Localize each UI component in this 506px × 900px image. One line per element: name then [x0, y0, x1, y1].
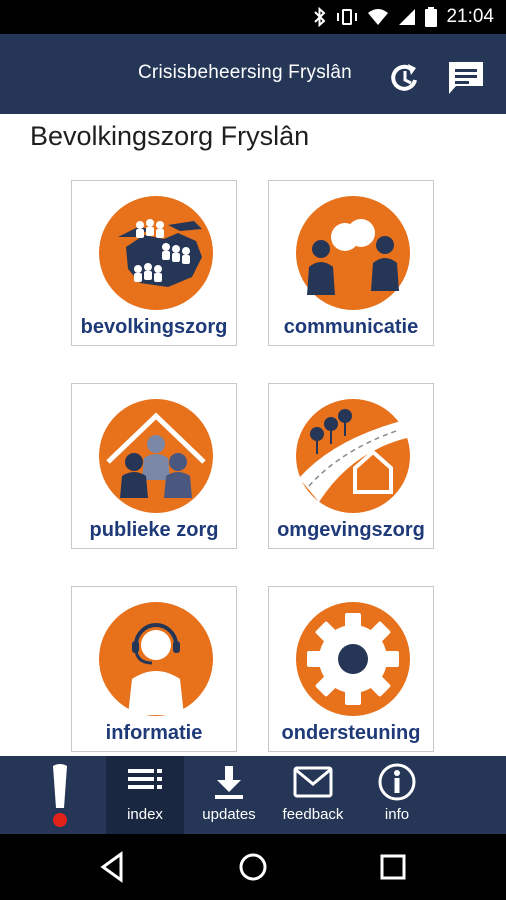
chat-button[interactable]	[446, 58, 486, 98]
page-title: Bevolkingszorg Fryslân	[30, 121, 310, 151]
download-icon	[215, 766, 243, 799]
wifi-icon	[367, 8, 389, 26]
tile-label: publieke zorg	[89, 519, 219, 541]
shelter-icon	[99, 399, 213, 513]
status-bar: 21:04	[0, 0, 506, 34]
tile-label: ondersteuning	[281, 722, 421, 744]
tile-label: communicatie	[283, 316, 419, 338]
tile-publieke-zorg[interactable]: publieke zorg	[71, 383, 237, 549]
nav-updates[interactable]: updates	[190, 756, 268, 834]
home-button[interactable]	[233, 848, 273, 886]
refresh-button[interactable]	[385, 58, 425, 98]
nav-label: index	[127, 806, 163, 823]
status-time: 21:04	[446, 6, 494, 27]
nav-index[interactable]: index	[106, 756, 184, 834]
recents-icon	[380, 854, 406, 880]
back-button[interactable]	[93, 848, 133, 886]
exclamation-icon	[53, 764, 67, 827]
home-icon	[239, 853, 267, 881]
tile-label: omgevingszorg	[277, 519, 425, 541]
nav-label: updates	[202, 806, 256, 823]
list-icon	[128, 769, 162, 789]
nav-info[interactable]: info	[358, 756, 436, 834]
info-icon	[378, 763, 416, 801]
battery-icon	[425, 7, 438, 27]
app-bar: Crisisbeheersing Fryslân	[0, 34, 506, 114]
tile-omgevingszorg[interactable]: omgevingszorg	[268, 383, 434, 549]
tile-ondersteuning[interactable]: ondersteuning	[268, 586, 434, 752]
tile-bevolkingszorg[interactable]: bevolkingszorg	[71, 180, 237, 346]
bluetooth-icon	[313, 7, 327, 27]
nav-feedback[interactable]: feedback	[274, 756, 352, 834]
nav-label: info	[384, 806, 410, 823]
headset-icon	[99, 602, 213, 716]
mail-icon	[293, 766, 333, 798]
conversation-icon	[296, 196, 410, 310]
recents-button[interactable]	[373, 848, 413, 886]
refresh-icon	[391, 64, 417, 91]
chat-icon	[449, 62, 483, 94]
nav-label: feedback	[282, 806, 344, 823]
environment-icon	[296, 399, 410, 513]
tile-informatie[interactable]: informatie	[71, 586, 237, 752]
map-people-icon	[99, 196, 213, 310]
tile-label: informatie	[105, 722, 203, 744]
tile-label: bevolkingszorg	[80, 316, 228, 338]
alert-button[interactable]	[40, 762, 80, 828]
app-title: Crisisbeheersing Fryslân	[138, 62, 352, 83]
vibrate-icon	[336, 7, 358, 27]
bottom-nav: index updates feedback info	[0, 756, 506, 834]
gear-icon	[296, 602, 410, 716]
system-nav-bar	[0, 834, 506, 900]
back-icon	[100, 851, 123, 883]
tile-communicatie[interactable]: communicatie	[268, 180, 434, 346]
signal-icon	[398, 8, 416, 26]
